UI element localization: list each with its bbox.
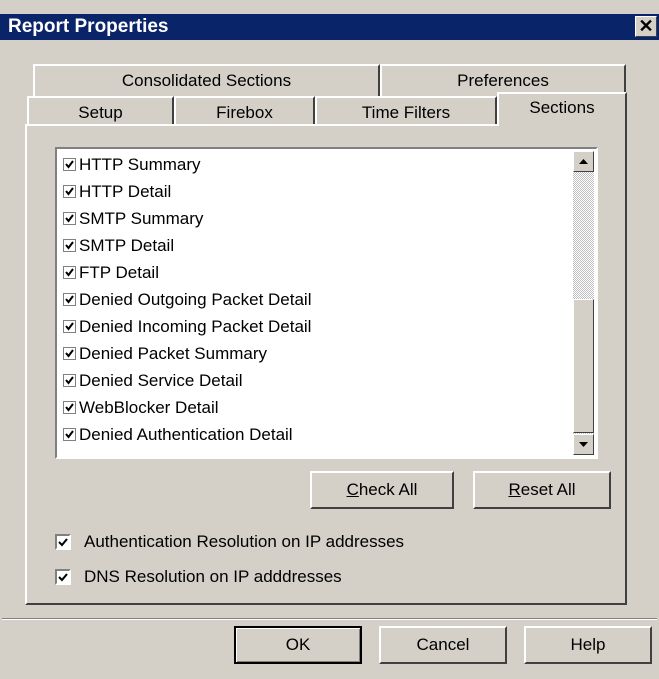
list-item[interactable]: Denied Incoming Packet Detail [63, 313, 311, 340]
checkmark-icon [65, 160, 74, 169]
list-item[interactable]: HTTP Detail [63, 178, 171, 205]
list-item-checkbox[interactable] [63, 320, 76, 333]
list-item-label: HTTP Detail [79, 181, 172, 201]
checkmark-icon [65, 187, 74, 196]
list-item-label: Denied Incoming Packet Detail [79, 316, 312, 336]
tab-consolidated-sections-label: Consolidated Sections [121, 71, 292, 90]
auth-resolution-label: Authentication Resolution on IP addresse… [84, 532, 405, 551]
list-item[interactable]: Denied Outgoing Packet Detail [63, 286, 311, 313]
list-item[interactable]: SMTP Detail [63, 232, 174, 259]
check-all-mnemonic: C [346, 480, 359, 499]
scroll-down-button[interactable] [573, 434, 594, 455]
tab-time-filters-label: Time Filters [361, 103, 451, 122]
list-item-label: SMTP Detail [79, 235, 175, 255]
checkmark-icon [65, 214, 74, 223]
vertical-scrollbar[interactable] [573, 151, 594, 455]
dns-resolution-option[interactable]: DNS Resolution on IP adddresses [55, 567, 342, 587]
reset-all-label: eset All [520, 480, 576, 499]
checkmark-icon [65, 376, 74, 385]
dns-resolution-checkbox[interactable] [55, 569, 71, 585]
checkmark-icon [58, 573, 68, 582]
checkmark-icon [65, 241, 74, 250]
check-all-button[interactable]: Check All [310, 471, 454, 509]
check-all-label: heck All [358, 480, 418, 499]
footer-separator [2, 618, 657, 620]
help-label: Help [570, 635, 606, 654]
tab-setup[interactable]: Setup [27, 96, 174, 124]
checkmark-icon [65, 349, 74, 358]
list-item-label: Denied Packet Summary [79, 343, 268, 363]
title-bar[interactable]: Report Properties ✕ [0, 0, 659, 40]
list-item-checkbox[interactable] [63, 428, 76, 441]
sections-listbox[interactable]: HTTP Summary HTTP Detail SMTP Summary SMTP … [55, 147, 598, 459]
list-item-checkbox[interactable] [63, 158, 76, 171]
list-item-label: SMTP Summary [79, 208, 204, 228]
close-icon: ✕ [638, 16, 654, 36]
list-item[interactable]: HTTP Summary [63, 151, 201, 178]
checkmark-icon [65, 295, 74, 304]
cancel-button[interactable]: Cancel [379, 626, 507, 664]
checkmark-icon [65, 322, 74, 331]
scroll-up-button[interactable] [573, 151, 594, 172]
list-item-label: Denied Authentication Detail [79, 424, 293, 444]
reset-all-button[interactable]: Reset All [473, 471, 611, 509]
list-item[interactable]: SMTP Summary [63, 205, 203, 232]
list-item-label: HTTP Summary [79, 154, 201, 174]
list-item-checkbox[interactable] [63, 374, 76, 387]
dns-resolution-label: DNS Resolution on IP adddresses [84, 567, 342, 586]
help-button[interactable]: Help [524, 626, 652, 664]
list-item-checkbox[interactable] [63, 239, 76, 252]
checkmark-icon [65, 403, 74, 412]
list-item[interactable]: WebBlocker Detail [63, 394, 219, 421]
tab-time-filters[interactable]: Time Filters [315, 96, 497, 124]
arrow-down-icon [579, 442, 588, 447]
tab-consolidated-sections[interactable]: Consolidated Sections [33, 64, 380, 96]
tab-setup-label: Setup [78, 103, 123, 122]
list-item-checkbox[interactable] [63, 401, 76, 414]
tab-sections[interactable]: Sections [497, 92, 627, 126]
list-item-checkbox[interactable] [63, 212, 76, 225]
list-item[interactable]: Denied Service Detail [63, 367, 242, 394]
list-item-checkbox[interactable] [63, 185, 76, 198]
checkmark-icon [65, 430, 74, 439]
list-item-label: WebBlocker Detail [79, 397, 219, 417]
scrollbar-thumb[interactable] [573, 299, 594, 433]
list-item-label: Denied Service Detail [79, 370, 243, 390]
close-button[interactable]: ✕ [635, 16, 657, 37]
ok-label: OK [285, 635, 311, 654]
auth-resolution-checkbox[interactable] [55, 534, 71, 550]
reset-all-mnemonic: R [508, 480, 521, 499]
report-properties-dialog: Report Properties ✕ Consolidated Section… [0, 0, 659, 679]
list-item[interactable]: Denied Packet Summary [63, 340, 267, 367]
ok-button[interactable]: OK [234, 626, 362, 664]
arrow-up-icon [579, 159, 588, 164]
checkmark-icon [65, 268, 74, 277]
window-title: Report Properties [8, 16, 169, 37]
list-item[interactable]: FTP Detail [63, 259, 159, 286]
list-item-checkbox[interactable] [63, 293, 76, 306]
tab-preferences-label: Preferences [457, 71, 549, 90]
tab-sections-label: Sections [529, 98, 595, 117]
auth-resolution-option[interactable]: Authentication Resolution on IP addresse… [55, 532, 404, 552]
checkmark-icon [58, 538, 68, 547]
list-item-checkbox[interactable] [63, 347, 76, 360]
cancel-label: Cancel [416, 635, 470, 654]
list-item-label: Denied Outgoing Packet Detail [79, 289, 312, 309]
sections-list: HTTP Summary HTTP Detail SMTP Summary SMTP … [57, 149, 573, 457]
list-item[interactable]: Denied Authentication Detail [63, 421, 293, 448]
tab-firebox[interactable]: Firebox [174, 96, 315, 124]
tab-firebox-label: Firebox [216, 103, 273, 122]
list-item-label: FTP Detail [79, 262, 159, 282]
list-item-checkbox[interactable] [63, 266, 76, 279]
